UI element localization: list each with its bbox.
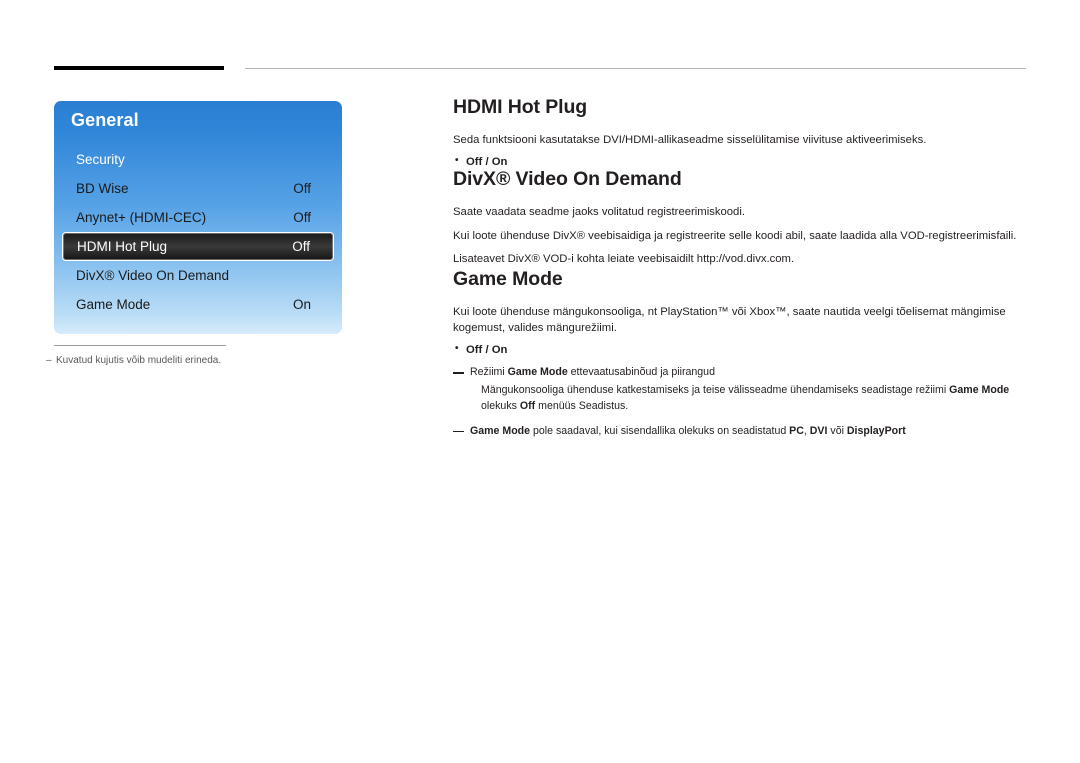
- osd-item-hdmi-hot-plug[interactable]: HDMI Hot Plug Off: [62, 232, 334, 261]
- osd-item-game-mode[interactable]: Game Mode On: [54, 290, 342, 319]
- paragraph-divx-2: Kui loote ühenduse DivX® veebisaidiga ja…: [453, 229, 1017, 242]
- note2-term-pc: PC: [789, 424, 804, 437]
- osd-footnote-rule: [54, 345, 226, 346]
- osd-item-value: Off: [293, 181, 311, 196]
- note2-sep2: või: [827, 424, 847, 437]
- heading-hdmi-hot-plug: HDMI Hot Plug: [453, 96, 588, 118]
- note-sub-term-off: Off: [519, 400, 536, 413]
- note2-term-dvi: DVI: [809, 424, 828, 437]
- osd-item-bd-wise[interactable]: BD Wise Off: [54, 174, 342, 203]
- osd-item-label: BD Wise: [76, 181, 129, 196]
- header-rule-left: [54, 66, 224, 70]
- note-term-game-mode: Game Mode: [507, 366, 568, 379]
- note-text-post: ettevaatusabinõud ja piirangud: [567, 366, 715, 379]
- note-sub-mid: olekuks: [481, 400, 520, 413]
- note-game-mode-unavailable: Game Mode pole saadaval, kui sisendallik…: [453, 424, 1026, 440]
- note-sub-term-game-mode: Game Mode: [949, 384, 1010, 397]
- osd-footnote-dash: –: [46, 355, 52, 366]
- osd-item-anynet[interactable]: Anynet+ (HDMI-CEC) Off: [54, 203, 342, 232]
- osd-item-divx-vod[interactable]: DivX® Video On Demand: [54, 261, 342, 290]
- note-text-pre: Režiimi: [470, 366, 508, 379]
- heading-divx-vod: DivX® Video On Demand: [453, 168, 682, 191]
- paragraph-divx-3: Lisateavet DivX® VOD-i kohta leiate veeb…: [453, 253, 795, 266]
- osd-item-label: DivX® Video On Demand: [76, 268, 230, 283]
- osd-item-label: Security: [76, 152, 125, 167]
- osd-item-label: Anynet+ (HDMI-CEC): [76, 210, 207, 225]
- paragraph-hdmi-hot-plug: Seda funktsiooni kasutatakse DVI/HDMI-al…: [453, 134, 927, 146]
- note2-term-game-mode: Game Mode: [470, 424, 531, 437]
- note2-mid: pole saadaval, kui sisendallika olekuks …: [530, 424, 790, 437]
- osd-footnote: – Kuvatud kujutis võib mudeliti erineda.: [46, 355, 336, 366]
- osd-menu-title: General: [71, 110, 139, 130]
- bullet-game-mode-options: Off / On: [453, 343, 1026, 356]
- bullet-hdmi-hot-plug-options: Off / On: [453, 155, 1026, 168]
- header-rule-right: [245, 68, 1026, 69]
- osd-menu-list: Security BD Wise Off Anynet+ (HDMI-CEC) …: [54, 145, 342, 319]
- osd-item-security[interactable]: Security: [54, 145, 342, 174]
- paragraph-divx-1: Saate vaadata seadme jaoks volitatud reg…: [453, 206, 745, 219]
- note-sub-pre: Mängukonsooliga ühenduse katkestamiseks …: [481, 384, 950, 397]
- note-game-mode-cautions: Režiimi Game Mode ettevaatusabinõud ja p…: [453, 365, 1026, 381]
- paragraph-game-mode: Kui loote ühenduse mängukonsooliga, nt P…: [453, 305, 1006, 334]
- osd-item-value: On: [292, 297, 311, 312]
- osd-item-value: Off: [293, 210, 311, 225]
- heading-game-mode: Game Mode: [453, 267, 563, 290]
- note-game-mode-disconnect: Mängukonsooliga ühenduse katkestamiseks …: [453, 383, 1026, 415]
- osd-footnote-text: Kuvatud kujutis võib mudeliti erineda.: [56, 355, 222, 366]
- content-column: HDMI Hot Plug Seda funktsiooni kasutatak…: [453, 96, 1026, 440]
- osd-item-label: Game Mode: [76, 297, 151, 312]
- osd-item-label: HDMI Hot Plug: [77, 239, 168, 254]
- osd-item-value: Off: [292, 239, 310, 254]
- osd-menu-panel: General Security BD Wise Off Anynet+ (HD…: [54, 101, 342, 334]
- note2-term-displayport: DisplayPort: [846, 424, 906, 437]
- note-sub-end: menüüs Seadistus.: [535, 400, 629, 413]
